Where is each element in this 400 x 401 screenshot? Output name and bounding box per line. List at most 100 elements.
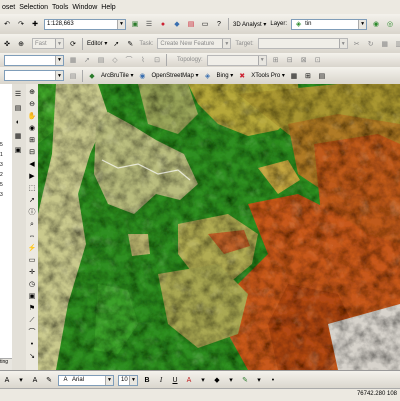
fill-color-icon[interactable]: ◆ [211,374,223,386]
menu-tools[interactable]: Tools [50,4,70,11]
topology-error-icon[interactable]: ⊠ [298,54,310,66]
point-icon[interactable]: • [27,340,37,350]
fixed-zoom-out-icon[interactable]: ⊟ [27,148,37,158]
layer-icon[interactable]: ▤ [67,70,79,82]
goto-xy-icon[interactable]: ✛ [27,268,37,278]
search-window-icon[interactable]: ◆ [171,18,183,30]
list-by-drawing-icon[interactable]: ☰ [13,90,23,100]
target-combo[interactable]: ▼ [257,38,348,49]
xtools-table-icon[interactable]: ▤ [316,70,328,82]
undo-icon[interactable]: ↶ [1,18,13,30]
arctoolbox-icon[interactable]: ▤ [185,18,197,30]
help-icon[interactable]: ? [213,18,225,30]
bold-button[interactable]: B [141,374,153,386]
topology-combo[interactable]: ▼ [206,54,267,66]
editor-menu[interactable]: Editor ▾ [87,40,107,47]
forward-extent-icon[interactable]: ▶ [27,172,37,182]
menu-window[interactable]: Window [70,4,99,11]
map-view[interactable] [38,84,400,370]
topology-edit-icon[interactable]: ⊞ [270,54,282,66]
xtools-menu[interactable]: XTools Pro ▾ [251,72,285,79]
chevron-down-icon[interactable]: ▾ [197,374,209,386]
zoom-in-icon[interactable]: ⊕ [27,88,37,98]
layer-icon[interactable]: ▤ [95,54,107,66]
catalog-icon[interactable]: ● [157,18,169,30]
chevron-down-icon[interactable]: ▼ [358,19,367,29]
map-scale-combo[interactable]: 1:128,663 ▼ [44,18,126,30]
chevron-down-icon[interactable]: ▼ [129,375,137,385]
python-icon[interactable]: ▭ [199,18,211,30]
full-extent-icon[interactable]: ◉ [27,124,37,134]
xtools-settings-icon[interactable]: ⊞ [302,70,314,82]
zoom-out-icon[interactable]: ⊖ [27,100,37,110]
chevron-down-icon[interactable]: ▼ [55,39,63,48]
edit-tool-icon[interactable]: ➚ [110,38,122,50]
flag-icon[interactable]: ⚑ [27,304,37,314]
edit-vertices-icon[interactable]: ◇ [109,54,121,66]
select-features-icon[interactable]: ⬚ [27,184,37,194]
redo-icon[interactable]: ↷ [15,18,27,30]
italic-button[interactable]: I [155,374,167,386]
back-extent-icon[interactable]: ◀ [27,160,37,170]
zoom-speed-combo[interactable]: Fast ▼ [32,38,64,49]
chevron-down-icon[interactable]: ▾ [225,374,237,386]
new-text-icon[interactable]: A [1,374,13,386]
layer-combo[interactable]: ◈ tin ▼ [291,18,368,30]
3d-analyst-menu[interactable]: 3D Analyst ▾ [233,21,266,28]
list-by-selection-icon[interactable]: ▦ [13,132,23,142]
steepest-path-icon[interactable]: ↘ [27,352,37,362]
font-combo[interactable]: A Arial ▼ [58,374,114,386]
pointer-icon[interactable]: ➚ [81,54,93,66]
marker-color-icon[interactable]: • [267,374,279,386]
pan-icon[interactable]: ✋ [27,112,37,122]
chevron-down-icon[interactable]: ▼ [105,375,113,385]
measure-icon[interactable]: ⇔ [27,232,37,242]
refresh-icon[interactable]: ⟳ [67,38,79,50]
time-slider-icon[interactable]: ◷ [27,280,37,290]
font-color-button[interactable]: A [183,374,195,386]
menu-selection[interactable]: Selection [17,4,50,11]
font-size-combo[interactable]: 10 ▼ [118,374,138,386]
underline-button[interactable]: U [169,374,181,386]
hyperlink-icon[interactable]: ⚡ [27,244,37,254]
line-of-sight-icon[interactable]: ⟋ [27,316,37,326]
viewer-icon[interactable]: ▣ [27,292,37,302]
reshape-icon[interactable]: ⌒ [123,54,135,66]
sketch-properties-icon[interactable]: ▥ [393,38,400,50]
fixed-zoom-in-icon[interactable]: ⊞ [27,136,37,146]
xtools-tool-icon[interactable]: ▦ [288,70,300,82]
edit-annotation-icon[interactable]: ✎ [43,374,55,386]
rotate-tool-icon[interactable]: ↻ [365,38,377,50]
toolbar3-combo[interactable]: ▼ [4,54,64,66]
chevron-down-icon[interactable]: ▼ [117,19,125,29]
chevron-down-icon[interactable]: ▼ [55,71,63,80]
profile-icon[interactable]: ⌒ [27,328,37,338]
grid-icon[interactable]: ▦ [67,54,79,66]
chevron-down-icon[interactable]: ▾ [253,374,265,386]
identify-icon[interactable]: ⓘ [27,208,37,218]
contour-icon[interactable]: ◎ [384,18,396,30]
topology-shared-icon[interactable]: ⊡ [312,54,324,66]
options-icon[interactable]: ▣ [13,146,23,156]
globe-icon[interactable]: ◉ [370,18,382,30]
split-tool-icon[interactable]: ✂ [351,38,363,50]
attributes-icon[interactable]: ▦ [379,38,391,50]
add-data-icon[interactable]: ✚ [29,18,41,30]
snap-icon[interactable]: ⊡ [151,54,163,66]
task-combo[interactable]: Create New Feature ▼ [157,38,232,49]
menu-help[interactable]: Help [99,4,117,11]
select-elements-icon[interactable]: ➚ [27,196,37,206]
topology-validate-icon[interactable]: ⊟ [284,54,296,66]
html-popup-icon[interactable]: ▭ [27,256,37,266]
chevron-down-icon[interactable]: ▼ [257,55,266,65]
openstreetmap-menu[interactable]: OpenStreetMap ▾ [151,72,198,79]
editor-toolbar-icon[interactable]: ▣ [129,18,141,30]
pan-icon[interactable]: ✜ [1,38,13,50]
chevron-down-icon[interactable]: ▼ [338,39,347,48]
list-by-source-icon[interactable]: ▤ [13,104,23,114]
chevron-down-icon[interactable]: ▾ [15,374,27,386]
zoom-icon[interactable]: ⊕ [15,38,27,50]
list-by-visibility-icon[interactable]: ◐ [13,118,23,128]
chevron-down-icon[interactable]: ▼ [55,55,63,65]
text-tool-icon[interactable]: A [29,374,41,386]
